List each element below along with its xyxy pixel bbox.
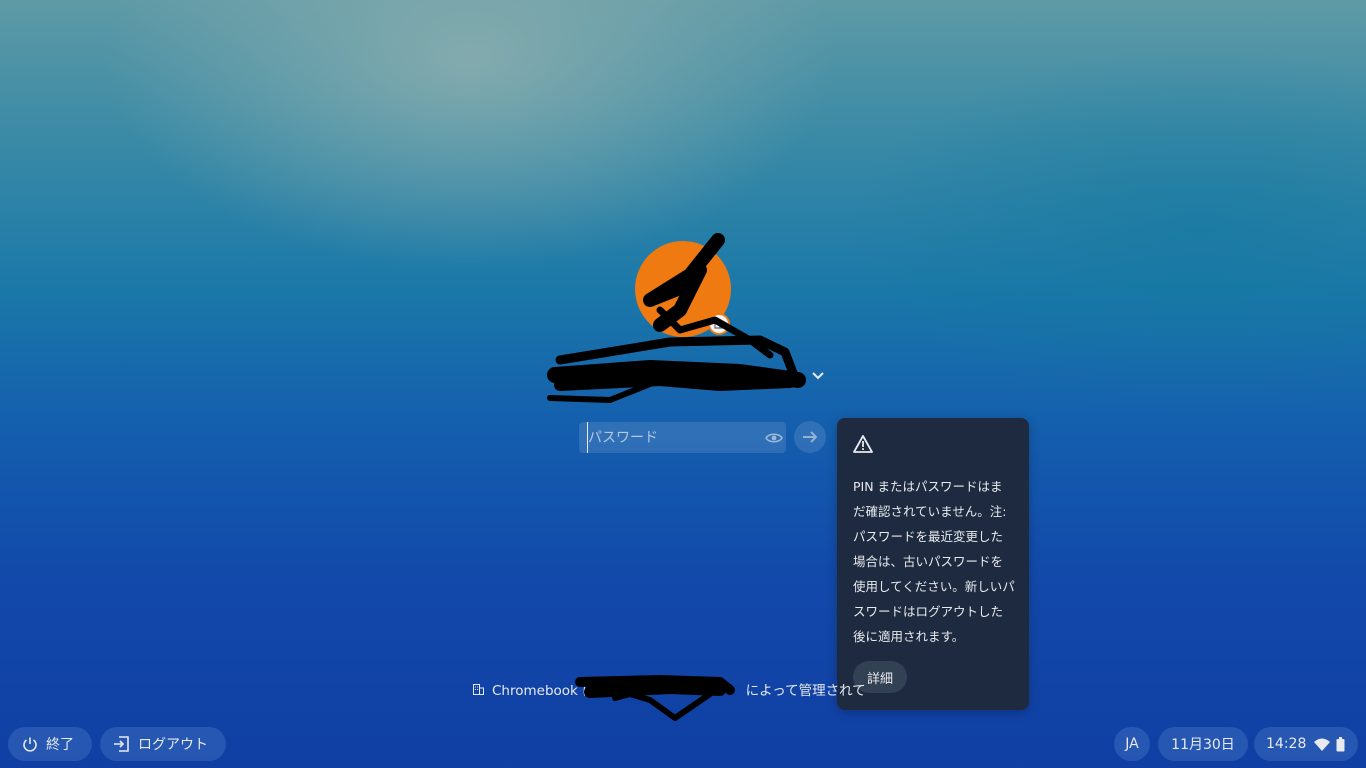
- power-icon: [23, 737, 37, 752]
- arrow-right-icon: [803, 431, 818, 443]
- managed-notice-suffix: によって管理されて: [745, 683, 866, 699]
- password-field-container: [579, 422, 786, 453]
- warning-message: PIN またはパスワードはまだ確認されていません。注: パスワードを最近変更した…: [853, 479, 1015, 644]
- enterprise-badge-icon: [708, 313, 730, 335]
- status-tray-button[interactable]: 14:28: [1254, 727, 1358, 761]
- submit-button[interactable]: [794, 421, 826, 453]
- sign-out-icon: [114, 736, 129, 752]
- chevron-down-icon: [812, 372, 824, 380]
- logout-button[interactable]: ログアウト: [100, 727, 226, 761]
- ime-menu-button[interactable]: JA: [1114, 727, 1150, 761]
- managed-device-notice: Chromebook は によって管理されて: [473, 680, 866, 699]
- date-tray-button[interactable]: 11月30日: [1158, 727, 1248, 761]
- wifi-icon: [1314, 738, 1331, 751]
- password-input[interactable]: [587, 422, 762, 453]
- show-password-button[interactable]: [762, 422, 786, 453]
- logout-label: ログアウト: [138, 737, 208, 753]
- user-dropdown-button[interactable]: [808, 366, 828, 386]
- building-icon: [473, 683, 484, 695]
- eye-icon: [765, 432, 783, 443]
- shutdown-label: 終了: [46, 737, 74, 753]
- password-warning-bubble: PIN またはパスワードはまだ確認されていません。注: パスワードを最近変更した…: [837, 418, 1029, 710]
- clock-time: 14:28: [1266, 736, 1307, 752]
- battery-icon: [1336, 736, 1345, 751]
- warning-icon: [853, 435, 873, 453]
- shutdown-button[interactable]: 終了: [8, 727, 92, 761]
- managed-notice-prefix: Chromebook は: [492, 683, 596, 699]
